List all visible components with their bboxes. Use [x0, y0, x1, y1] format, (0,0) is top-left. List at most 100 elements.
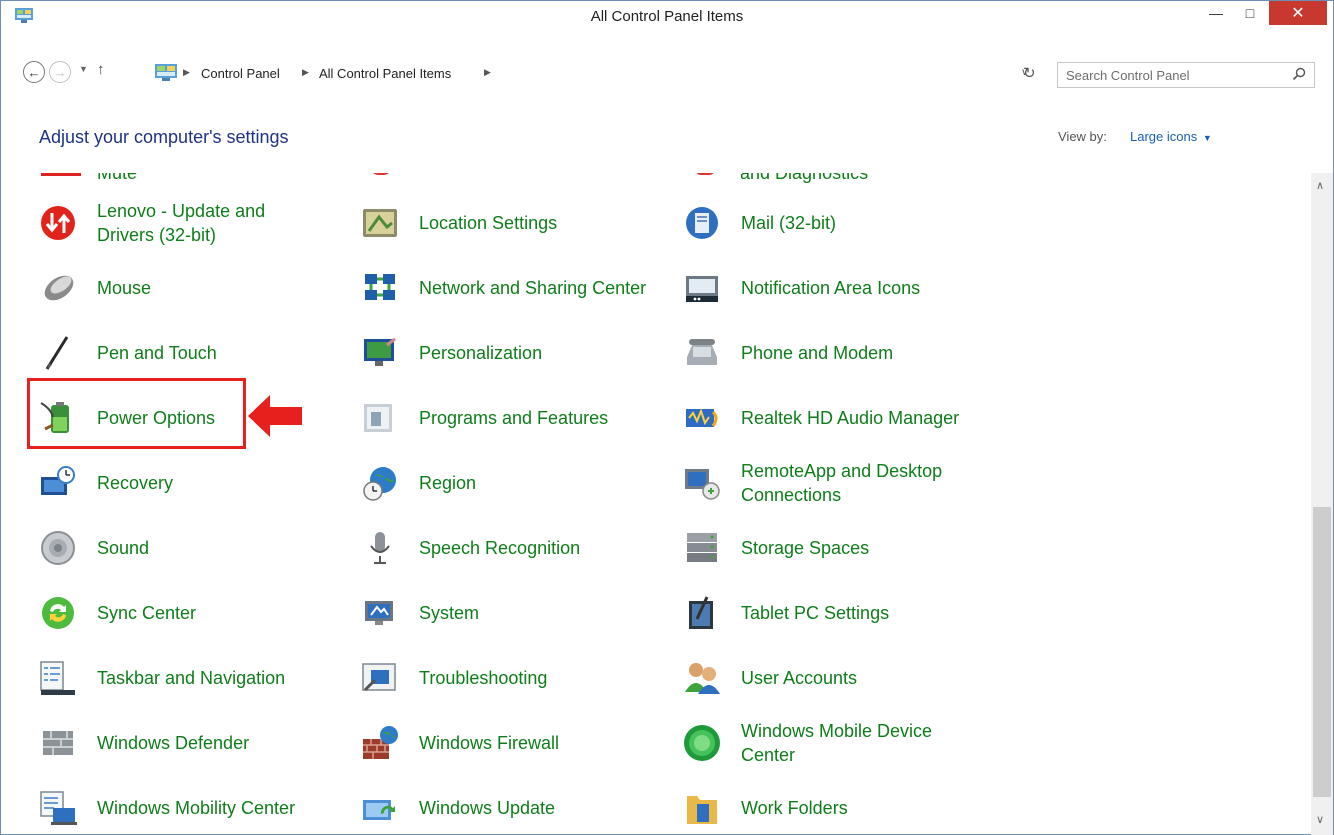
cp-item-realtek-audio[interactable]: Realtek HD Audio Manager [683, 390, 971, 446]
cp-item-windows-firewall[interactable]: Windows Firewall [361, 715, 649, 771]
item-label[interactable]: Mail (32-bit) [741, 211, 971, 235]
cp-item-mouse[interactable]: Mouse [39, 260, 327, 316]
cp-item-storage-spaces[interactable]: Storage Spaces [683, 520, 971, 576]
cp-item-sound[interactable]: Sound [39, 520, 327, 576]
back-arrow-icon[interactable]: ← [23, 61, 45, 83]
search-input[interactable] [1058, 63, 1278, 87]
list-item-partial[interactable]: and Diagnostics [740, 173, 868, 184]
maximize-button[interactable]: □ [1233, 1, 1267, 25]
view-by-dropdown[interactable]: Large icons ▼ [1130, 129, 1212, 144]
item-label[interactable]: Location Settings [419, 211, 649, 235]
cp-item-personalization[interactable]: Personalization [361, 325, 649, 381]
cp-item-mobile-device-center[interactable]: Windows Mobile Device Center [683, 715, 971, 771]
cp-item-tablet-pc[interactable]: Tablet PC Settings [683, 585, 971, 641]
cp-item-pen-touch[interactable]: Pen and Touch [39, 325, 327, 381]
cp-item-system[interactable]: System [361, 585, 649, 641]
cp-item-user-accounts[interactable]: User Accounts [683, 650, 971, 706]
scrollbar-thumb[interactable] [1313, 507, 1331, 797]
item-label[interactable]: Storage Spaces [741, 536, 971, 560]
breadcrumb-separator-icon: ▶ [183, 67, 190, 77]
cp-item-phone-modem[interactable]: Phone and Modem [683, 325, 971, 381]
item-label[interactable]: Troubleshooting [419, 666, 649, 690]
item-label[interactable]: Windows Firewall [419, 731, 649, 755]
item-label[interactable]: Windows Mobility Center [97, 796, 327, 820]
control-panel-icon [155, 64, 177, 81]
update-icon [361, 789, 399, 827]
item-label[interactable]: Personalization [419, 341, 649, 365]
cp-item-taskbar-navigation[interactable]: Taskbar and Navigation [39, 650, 327, 706]
recent-locations-chevron-icon[interactable]: ▼ [79, 64, 88, 74]
chevron-down-icon[interactable]: ▼ [1203, 133, 1212, 143]
scroll-up-arrow-icon[interactable]: ∧ [1316, 179, 1324, 192]
cp-item-recovery[interactable]: Recovery [39, 455, 327, 511]
item-label[interactable]: RemoteApp and Desktop Connections [741, 459, 971, 507]
cp-item-windows-defender[interactable]: Windows Defender [39, 715, 327, 771]
item-label[interactable]: User Accounts [741, 666, 971, 690]
address-bar[interactable]: ▶ Control Panel ▶ All Control Panel Item… [153, 61, 1042, 87]
cp-item-network-sharing[interactable]: Network and Sharing Center [361, 260, 649, 316]
item-label[interactable]: Windows Defender [97, 731, 327, 755]
firewall-icon [361, 724, 399, 762]
up-arrow-icon[interactable]: ↑ [97, 61, 105, 78]
cp-item-notification-area[interactable]: Notification Area Icons [683, 260, 971, 316]
cp-item-work-folders[interactable]: Work Folders [683, 780, 971, 835]
item-label[interactable]: Pen and Touch [97, 341, 327, 365]
close-button[interactable]: ✕ [1269, 1, 1327, 25]
item-label[interactable]: Region [419, 471, 649, 495]
minimize-button[interactable]: — [1199, 1, 1233, 25]
red-arrow-pointer [248, 395, 302, 437]
item-label[interactable]: Notification Area Icons [741, 276, 971, 300]
lenovo-update-icon [39, 204, 77, 242]
item-label[interactable]: Lenovo - Update and Drivers (32-bit) [97, 199, 327, 247]
cp-item-mail[interactable]: Mail (32-bit) [683, 195, 971, 251]
search-icon[interactable] [1292, 67, 1306, 81]
item-label[interactable]: Work Folders [741, 796, 971, 820]
mail-icon [683, 204, 721, 242]
list-item-partial[interactable]: Mute [97, 173, 137, 184]
breadcrumb-all-items[interactable]: All Control Panel Items [319, 66, 451, 81]
breadcrumb-separator-icon[interactable]: ▶ [302, 67, 309, 78]
notification-icon [683, 269, 721, 307]
cp-item-location-settings[interactable]: Location Settings [361, 195, 649, 251]
item-label[interactable]: Realtek HD Audio Manager [741, 406, 971, 430]
item-label[interactable]: Speech Recognition [419, 536, 649, 560]
cp-item-sync-center[interactable]: Sync Center [39, 585, 327, 641]
cp-item-speech-recognition[interactable]: Speech Recognition [361, 520, 649, 576]
vertical-scrollbar[interactable]: ∧ ∨ [1311, 173, 1333, 835]
search-box[interactable] [1057, 62, 1315, 88]
partial-icon [695, 173, 715, 175]
breadcrumb-control-panel[interactable]: Control Panel [201, 66, 280, 81]
item-label[interactable]: Recovery [97, 471, 327, 495]
item-label[interactable]: Programs and Features [419, 406, 649, 430]
forward-arrow-icon[interactable]: → [49, 61, 71, 83]
cp-item-troubleshooting[interactable]: Troubleshooting [361, 650, 649, 706]
cp-item-region[interactable]: Region [361, 455, 649, 511]
audio-manager-icon [683, 399, 721, 437]
window-title: All Control Panel Items [590, 8, 744, 25]
cp-item-mobility-center[interactable]: Windows Mobility Center [39, 780, 327, 835]
cp-item-remoteapp[interactable]: RemoteApp and Desktop Connections [683, 455, 971, 511]
item-label[interactable]: Taskbar and Navigation [97, 666, 327, 690]
item-label[interactable]: Tablet PC Settings [741, 601, 971, 625]
recovery-icon [39, 464, 77, 502]
item-label[interactable]: System [419, 601, 649, 625]
breadcrumb-separator-icon[interactable]: ▶ [484, 67, 491, 78]
mute-icon-partial [41, 173, 81, 176]
refresh-icon[interactable]: ↻ [1023, 64, 1036, 82]
cp-item-lenovo-update[interactable]: Lenovo - Update and Drivers (32-bit) [39, 195, 327, 251]
programs-icon [361, 399, 399, 437]
scroll-down-arrow-icon[interactable]: ∨ [1316, 813, 1324, 826]
item-label[interactable]: Sound [97, 536, 327, 560]
item-label[interactable]: Sync Center [97, 601, 327, 625]
cp-item-windows-update[interactable]: Windows Update [361, 780, 649, 835]
view-by-value[interactable]: Large icons [1130, 129, 1197, 144]
item-label[interactable]: Windows Update [419, 796, 649, 820]
item-label[interactable]: Network and Sharing Center [419, 276, 649, 300]
cp-item-programs-features[interactable]: Programs and Features [361, 390, 649, 446]
users-icon [683, 659, 721, 697]
item-label[interactable]: Mouse [97, 276, 327, 300]
items-grid: Mute and Diagnostics Lenovo - Update and… [1, 173, 1311, 835]
title-bar[interactable]: All Control Panel Items — □ ✕ [1, 1, 1333, 31]
item-label[interactable]: Phone and Modem [741, 341, 971, 365]
item-label[interactable]: Windows Mobile Device Center [741, 719, 971, 767]
